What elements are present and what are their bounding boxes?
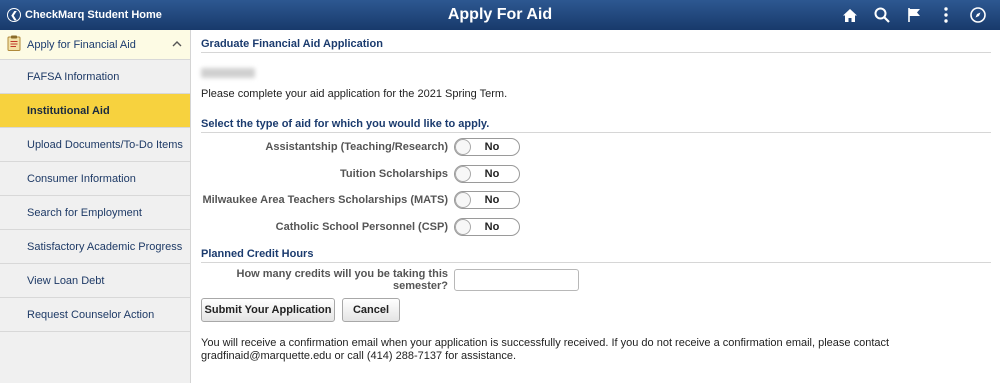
- back-button[interactable]: ❮ CheckMarq Student Home: [0, 8, 200, 22]
- aid-label: Milwaukee Area Teachers Scholarships (MA…: [202, 194, 448, 206]
- cancel-button[interactable]: Cancel: [342, 298, 400, 322]
- mats-toggle[interactable]: No: [454, 191, 520, 209]
- toggle-knob: [455, 139, 471, 155]
- search-icon[interactable]: [866, 0, 898, 30]
- credits-row: How many credits will you be taking this…: [200, 268, 900, 292]
- flag-icon[interactable]: [898, 0, 930, 30]
- sidebar-item-search-for-employment[interactable]: Search for Employment: [0, 196, 190, 230]
- sidebar-item-upload-documents[interactable]: Upload Documents/To-Do Items: [0, 128, 190, 162]
- toggle-value: No: [484, 194, 500, 206]
- tuition-scholarships-toggle[interactable]: No: [454, 165, 520, 183]
- sidebar-item-consumer-information[interactable]: Consumer Information: [0, 162, 190, 196]
- main-content: Graduate Financial Aid Application Pleas…: [200, 30, 992, 383]
- student-name-redacted: [201, 68, 255, 78]
- back-label: CheckMarq Student Home: [25, 9, 162, 21]
- aid-row-mats: Milwaukee Area Teachers Scholarships (MA…: [200, 191, 900, 209]
- toggle-knob: [455, 166, 471, 182]
- credits-section-title: Planned Credit Hours: [201, 248, 991, 263]
- toggle-value: No: [484, 168, 500, 180]
- header-actions: [834, 0, 994, 30]
- aid-label: Assistantship (Teaching/Research): [265, 141, 448, 153]
- sidebar-item-fafsa-information[interactable]: FAFSA Information: [0, 60, 190, 94]
- submit-application-button[interactable]: Submit Your Application: [201, 298, 335, 322]
- intro-text: Please complete your aid application for…: [201, 88, 508, 100]
- credits-input[interactable]: [454, 269, 579, 291]
- aid-label: Tuition Scholarships: [340, 168, 448, 180]
- sidebar-item-institutional-aid[interactable]: Institutional Aid: [0, 94, 190, 128]
- back-arrow-icon: ❮: [7, 8, 21, 22]
- toggle-value: No: [484, 141, 500, 153]
- sidebar-section-label: Apply for Financial Aid: [27, 38, 136, 51]
- sidebar-section-header[interactable]: Apply for Financial Aid: [0, 30, 190, 60]
- compass-icon[interactable]: [962, 0, 994, 30]
- aid-label: Catholic School Personnel (CSP): [275, 221, 448, 233]
- chevron-up-icon[interactable]: [172, 38, 182, 50]
- aid-section-title: Select the type of aid for which you wou…: [201, 118, 991, 133]
- credits-label: How many credits will you be taking this…: [236, 268, 449, 292]
- aid-row-csp: Catholic School Personnel (CSP) No: [200, 218, 900, 236]
- sidebar-item-satisfactory-academic-progress[interactable]: Satisfactory Academic Progress: [0, 230, 190, 264]
- toggle-knob: [455, 192, 471, 208]
- assistantship-toggle[interactable]: No: [454, 138, 520, 156]
- top-bar: ❮ CheckMarq Student Home Apply For Aid: [0, 0, 1000, 30]
- toggle-value: No: [484, 221, 500, 233]
- csp-toggle[interactable]: No: [454, 218, 520, 236]
- application-title: Graduate Financial Aid Application: [201, 38, 991, 53]
- aid-row-assistantship: Assistantship (Teaching/Research) No: [200, 138, 900, 156]
- toggle-knob: [455, 219, 471, 235]
- sidebar: Apply for Financial Aid FAFSA Informatio…: [0, 30, 191, 383]
- clipboard-icon: [7, 35, 21, 54]
- aid-row-tuition-scholarships: Tuition Scholarships No: [200, 165, 900, 183]
- confirmation-notice: You will receive a confirmation email wh…: [201, 337, 890, 362]
- home-icon[interactable]: [834, 0, 866, 30]
- more-vertical-icon[interactable]: [930, 0, 962, 30]
- sidebar-item-request-counselor-action[interactable]: Request Counselor Action: [0, 298, 190, 332]
- sidebar-item-view-loan-debt[interactable]: View Loan Debt: [0, 264, 190, 298]
